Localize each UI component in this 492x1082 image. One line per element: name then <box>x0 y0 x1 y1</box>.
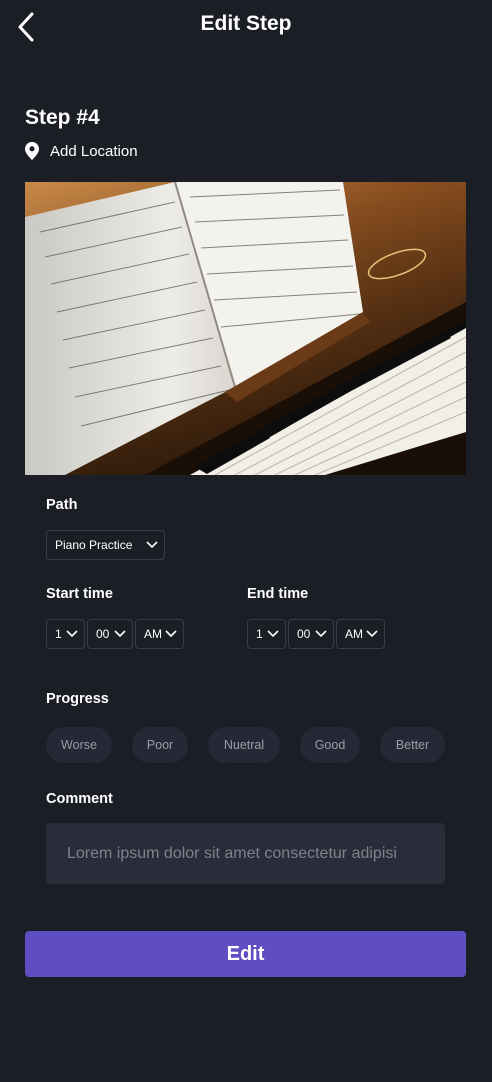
end-minute-value: 00 <box>297 627 311 641</box>
start-hour-select[interactable]: 1 <box>46 619 85 649</box>
chevron-down-icon <box>165 630 177 638</box>
step-photo <box>25 182 466 475</box>
end-meridiem-select[interactable]: AM <box>336 619 385 649</box>
start-minute-select[interactable]: 00 <box>87 619 133 649</box>
chevron-down-icon <box>267 630 279 638</box>
page-title: Edit Step <box>200 12 292 35</box>
path-select-value: Piano Practice <box>55 538 133 552</box>
progress-label: Progress <box>46 691 109 707</box>
chevron-down-icon <box>146 541 158 549</box>
end-time-label: End time <box>247 586 309 602</box>
end-hour-value: 1 <box>256 627 263 641</box>
chevron-down-icon <box>315 630 327 638</box>
edit-button[interactable]: Edit <box>25 931 466 977</box>
end-meridiem-value: AM <box>345 627 363 641</box>
path-label: Path <box>46 497 78 513</box>
progress-option-neutral[interactable]: Nuetral <box>208 727 280 763</box>
add-location-label: Add Location <box>50 142 138 160</box>
header: Edit Step <box>0 0 492 52</box>
start-meridiem-value: AM <box>144 627 162 641</box>
progress-option-worse[interactable]: Worse <box>46 727 112 763</box>
chevron-down-icon <box>366 630 378 638</box>
piano-sheet-music-image <box>25 182 466 475</box>
progress-option-poor[interactable]: Poor <box>132 727 188 763</box>
start-hour-value: 1 <box>55 627 62 641</box>
start-minute-value: 00 <box>96 627 110 641</box>
start-time-label: Start time <box>46 586 113 602</box>
comment-input[interactable] <box>46 823 445 884</box>
chevron-down-icon <box>114 630 126 638</box>
progress-option-better[interactable]: Better <box>380 727 445 763</box>
end-hour-select[interactable]: 1 <box>247 619 286 649</box>
add-location-link[interactable]: Add Location <box>25 142 138 160</box>
location-pin-icon <box>25 142 39 160</box>
step-title: Step #4 <box>25 106 100 129</box>
comment-label: Comment <box>46 791 113 807</box>
start-meridiem-select[interactable]: AM <box>135 619 184 649</box>
progress-option-good[interactable]: Good <box>300 727 360 763</box>
chevron-down-icon <box>66 630 78 638</box>
end-minute-select[interactable]: 00 <box>288 619 334 649</box>
path-select[interactable]: Piano Practice <box>46 530 165 560</box>
